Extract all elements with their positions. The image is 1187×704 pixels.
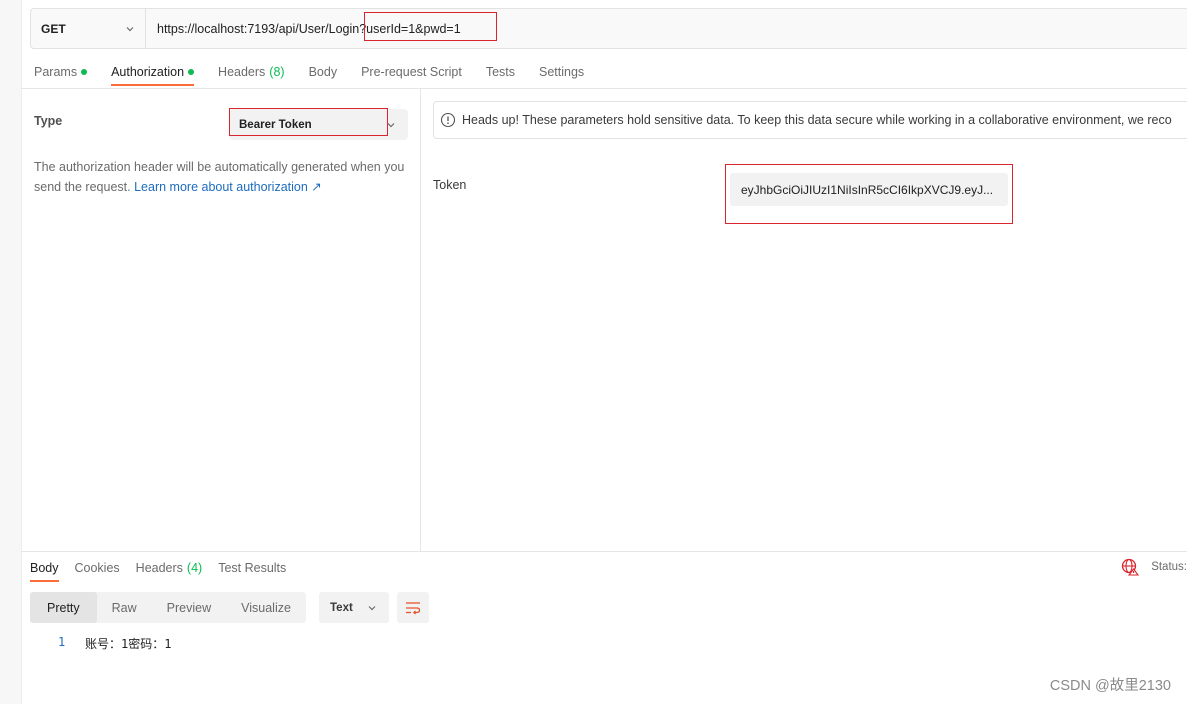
tab-tests[interactable]: Tests: [486, 58, 515, 86]
divider: [21, 551, 1187, 552]
tab-response-body[interactable]: Body: [30, 554, 59, 582]
auth-type-panel: Type Bearer Token The authorization head…: [21, 89, 421, 551]
banner-text: Heads up! These parameters hold sensitiv…: [462, 113, 1172, 127]
highlight-box-token: [725, 164, 1013, 224]
line-number: 1: [58, 635, 66, 649]
chevron-down-icon: [126, 26, 134, 31]
tab-body[interactable]: Body: [309, 58, 338, 86]
tab-count: (4): [186, 561, 203, 575]
view-visualize[interactable]: Visualize: [226, 592, 306, 623]
tab-label: Pre-request Script: [361, 65, 462, 79]
globe-error-icon[interactable]: [1121, 558, 1140, 576]
response-view-selector: Pretty Raw Preview Visualize: [30, 592, 306, 623]
response-code-line: 1 账号：1密码：1: [58, 635, 171, 652]
tab-label: Tests: [485, 65, 515, 79]
tab-authorization[interactable]: Authorization: [111, 58, 195, 86]
chevron-down-icon: [368, 605, 376, 610]
wrap-lines-button[interactable]: [397, 592, 429, 623]
highlight-box-query: [364, 12, 497, 41]
url-base: https://localhost:7193/api/User/Login: [157, 21, 360, 36]
format-select[interactable]: Text: [319, 592, 389, 623]
tab-label: Headers: [135, 561, 183, 575]
tab-label: Settings: [539, 65, 585, 79]
tab-cookies[interactable]: Cookies: [75, 554, 120, 582]
view-raw[interactable]: Raw: [97, 592, 152, 623]
tab-settings[interactable]: Settings: [539, 58, 584, 86]
auth-type-label: Type: [34, 114, 63, 128]
watermark: CSDN @故里2130: [1049, 678, 1171, 694]
token-label: Token: [433, 178, 467, 192]
format-value: Text: [330, 601, 353, 614]
method-select[interactable]: GET: [31, 9, 146, 48]
tab-label: Test Results: [218, 561, 287, 575]
highlight-box-auth-type: [229, 108, 388, 136]
tab-test-results[interactable]: Test Results: [218, 554, 286, 582]
request-tabs: Params Authorization Headers (8) Body Pre…: [34, 58, 608, 88]
view-preview[interactable]: Preview: [152, 592, 226, 623]
tab-label: Body: [308, 65, 338, 79]
tab-label: Params: [34, 65, 78, 79]
tab-count: (8): [269, 65, 285, 79]
tab-headers[interactable]: Headers (8): [218, 58, 285, 86]
tab-params[interactable]: Params: [34, 58, 88, 86]
auth-description: The authorization header will be automat…: [34, 157, 406, 197]
tab-response-headers[interactable]: Headers (4): [136, 554, 203, 582]
active-dot-icon: [188, 69, 195, 75]
left-sidebar-gutter: [0, 0, 22, 704]
method-label: GET: [41, 21, 66, 36]
status-label: Status:: [1151, 561, 1187, 573]
learn-more-link[interactable]: Learn more about authorization ↗: [134, 180, 322, 194]
url-bar: GET https://localhost:7193/api/User/Logi…: [30, 8, 1187, 49]
response-tabs: Body Cookies Headers (4) Test Results: [30, 554, 302, 584]
tab-pre-request-script[interactable]: Pre-request Script: [361, 58, 462, 86]
wrap-lines-icon: [406, 601, 421, 614]
tab-label: Authorization: [111, 65, 185, 79]
tab-label: Headers: [218, 65, 266, 79]
view-pretty[interactable]: Pretty: [30, 592, 97, 623]
tab-label: Body: [30, 561, 59, 575]
line-text: 账号：1密码：1: [85, 637, 172, 651]
active-dot-icon: [81, 69, 88, 75]
sensitive-data-banner: Heads up! These parameters hold sensitiv…: [433, 101, 1187, 139]
status-area: Status:: [1121, 558, 1187, 576]
tab-label: Cookies: [74, 561, 120, 575]
info-icon: [440, 112, 456, 128]
